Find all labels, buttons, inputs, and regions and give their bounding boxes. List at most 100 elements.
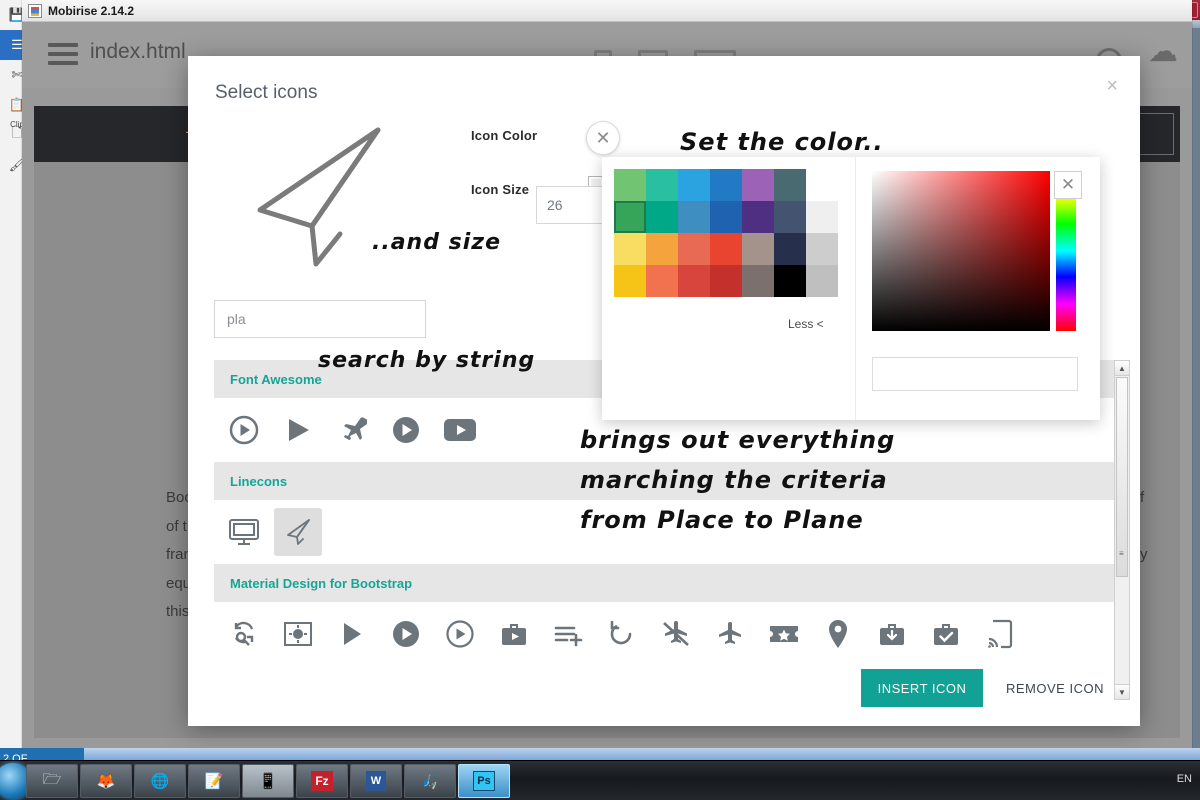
taskbar-item-notepad[interactable]: 📝 <box>188 764 240 798</box>
youtube-play-icon[interactable] <box>436 406 484 454</box>
advanced-close-icon[interactable]: ✕ <box>1054 171 1082 199</box>
color-picker-popover: ✕ Less < ✕ <box>602 157 1100 420</box>
taskbar-item-word[interactable]: W <box>350 764 402 798</box>
saturation-value-area[interactable] <box>872 171 1050 331</box>
local-play-ticket-icon[interactable] <box>760 610 808 658</box>
remove-icon-button[interactable]: REMOVE ICON <box>1000 669 1130 707</box>
work-download-icon[interactable] <box>868 610 916 658</box>
taskbar-item-firefox[interactable]: 🦊 <box>80 764 132 798</box>
icon-color-label: Icon Color <box>471 128 537 143</box>
edge-icon: 🌐 <box>151 772 170 790</box>
color-swatch[interactable] <box>742 265 774 297</box>
results-scrollbar[interactable]: ▲ ≡ ▼ <box>1114 360 1130 700</box>
color-swatch[interactable] <box>806 201 838 233</box>
mobirise-titlebar: Mobirise 2.14.2 <box>22 0 1192 22</box>
bg-line: f <box>1140 484 1148 513</box>
taskbar-item-photoshop[interactable]: Ps <box>458 764 510 798</box>
menu-hamburger-icon[interactable] <box>48 43 78 70</box>
search-input[interactable] <box>214 300 426 338</box>
word-icon: W <box>366 771 386 791</box>
color-swatch[interactable] <box>774 201 806 233</box>
color-swatch[interactable] <box>774 233 806 265</box>
color-swatch[interactable] <box>710 169 742 201</box>
annotation-brings-out: brings out everything <box>580 426 895 454</box>
bg-line: y <box>1140 541 1148 570</box>
mobirise-app-title: Mobirise 2.14.2 <box>48 4 134 18</box>
annotation-matching-criteria: marching the criteria <box>580 466 888 494</box>
place-pin-icon[interactable] <box>814 610 862 658</box>
play-circle-icon[interactable] <box>382 406 430 454</box>
color-swatch[interactable] <box>614 265 646 297</box>
insert-icon-button[interactable]: INSERT ICON <box>861 669 983 707</box>
taskbar: 🗁 🦊 🌐 📝📱Fz W 🎣 Ps EN <box>0 760 1200 800</box>
color-swatch[interactable] <box>742 201 774 233</box>
color-swatch[interactable] <box>710 265 742 297</box>
color-swatch[interactable] <box>806 169 838 201</box>
play-icon[interactable] <box>274 406 322 454</box>
play-work-bag-icon[interactable] <box>490 610 538 658</box>
current-filename: index.html <box>90 40 186 64</box>
taskbar-item-explorer[interactable]: 🗁 <box>26 764 78 798</box>
color-swatch[interactable] <box>678 265 710 297</box>
snagit-icon: 🎣 <box>421 772 440 790</box>
taskbar-item-filezilla[interactable]: Fz <box>296 764 348 798</box>
brightness-box-icon[interactable] <box>274 610 322 658</box>
color-swatch[interactable] <box>646 169 678 201</box>
color-swatch[interactable] <box>646 265 678 297</box>
play-circle-outline-icon[interactable] <box>220 406 268 454</box>
color-swatch[interactable] <box>646 233 678 265</box>
color-picker-close-icon[interactable]: ✕ <box>586 121 620 155</box>
color-swatch[interactable] <box>806 265 838 297</box>
taskbar-item-group[interactable]: 🗁 🦊 🌐 📝📱Fz W 🎣 Ps <box>26 764 510 798</box>
color-swatch[interactable] <box>710 233 742 265</box>
hex-color-input[interactable] <box>872 357 1078 391</box>
color-swatch[interactable] <box>614 201 646 233</box>
section-header-material-design: Material Design for Bootstrap <box>214 564 1114 602</box>
icon-row[interactable] <box>214 602 1114 666</box>
taskbar-item-snagit[interactable]: 🎣 <box>404 764 456 798</box>
advanced-color-panel: ✕ <box>855 157 1100 420</box>
display-monitor-icon[interactable] <box>220 508 268 556</box>
color-swatch[interactable] <box>614 233 646 265</box>
firefox-icon: 🦊 <box>97 772 116 790</box>
color-swatch[interactable] <box>614 169 646 201</box>
publish-cloud-icon[interactable] <box>1148 50 1182 72</box>
modal-title: Select icons <box>215 82 317 104</box>
color-swatch[interactable] <box>678 169 710 201</box>
color-swatch-grid[interactable] <box>614 169 838 297</box>
background-paragraph-right: f y <box>1140 484 1148 569</box>
scroll-up-icon[interactable]: ▲ <box>1115 361 1129 376</box>
color-swatch[interactable] <box>710 201 742 233</box>
autorenew-search-icon[interactable] <box>220 610 268 658</box>
color-swatch[interactable] <box>774 265 806 297</box>
playlist-add-icon[interactable] <box>544 610 592 658</box>
play-arrow-icon[interactable] <box>328 610 376 658</box>
play-circle-filled-icon[interactable] <box>382 610 430 658</box>
airplanemode-off-icon[interactable] <box>652 610 700 658</box>
annotation-search-by-string: search by string <box>318 348 535 373</box>
desktop: 💾 ☰ ✄ 📋 🗋 🖌 Clip Mobirise 2.14.2 Review.… <box>0 0 1200 800</box>
replay-icon[interactable] <box>598 610 646 658</box>
scrollbar-thumb[interactable] <box>1116 377 1128 577</box>
color-swatch[interactable] <box>646 201 678 233</box>
taskbar-item-mobirise[interactable]: 📱 <box>242 764 294 798</box>
icon-size-label: Icon Size <box>471 182 529 197</box>
airplanemode-on-icon[interactable] <box>706 610 754 658</box>
plane-icon[interactable] <box>328 406 376 454</box>
play-circle-outline-icon[interactable] <box>436 610 484 658</box>
color-swatch[interactable] <box>806 233 838 265</box>
taskbar-item-edge[interactable]: 🌐 <box>134 764 186 798</box>
color-swatch[interactable] <box>678 201 710 233</box>
icon-size-input[interactable] <box>536 186 610 224</box>
language-indicator[interactable]: EN <box>1177 773 1192 785</box>
color-swatch[interactable] <box>742 233 774 265</box>
mobirise-app-icon <box>28 4 42 18</box>
color-swatch[interactable] <box>678 233 710 265</box>
work-check-icon[interactable] <box>922 610 970 658</box>
screen-share-cast-icon[interactable] <box>976 610 1024 658</box>
close-icon[interactable]: × <box>1106 76 1118 96</box>
paper-plane-icon[interactable] <box>274 508 322 556</box>
color-swatch[interactable] <box>774 169 806 201</box>
less-toggle-link[interactable]: Less < <box>788 317 824 331</box>
color-swatch[interactable] <box>742 169 774 201</box>
